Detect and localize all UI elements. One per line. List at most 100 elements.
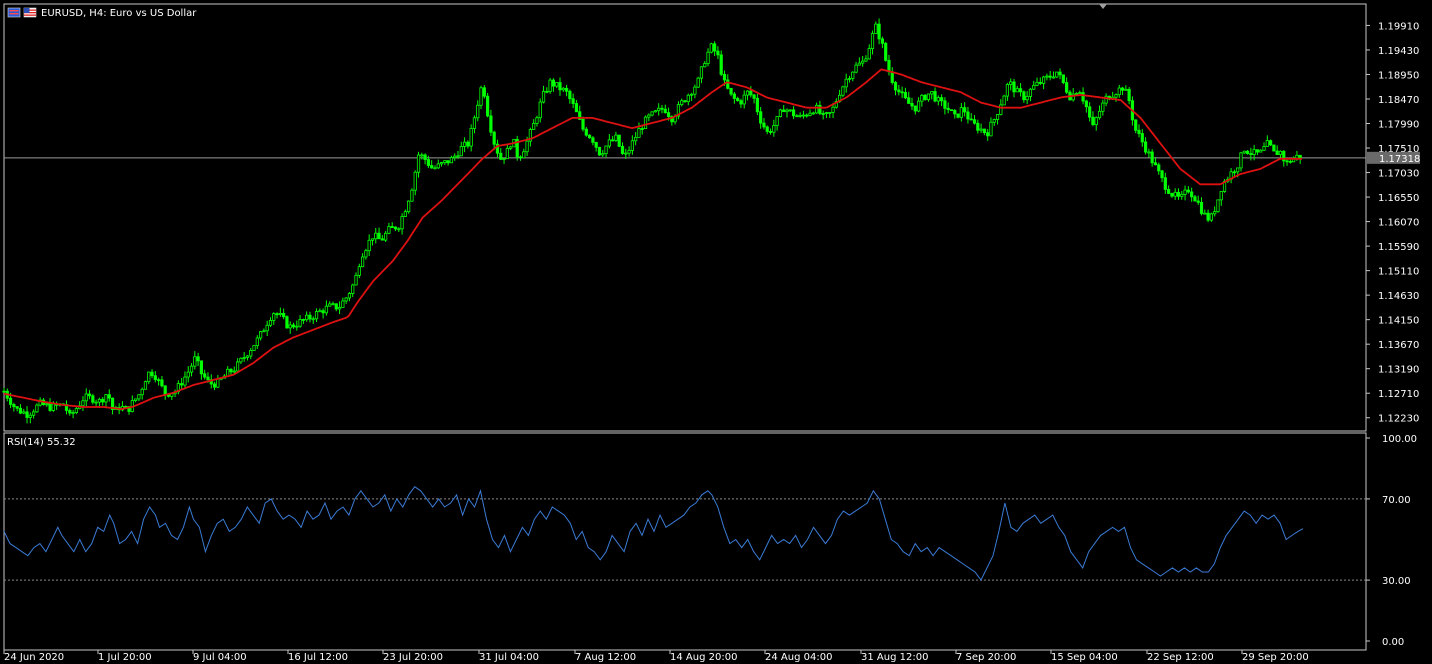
candle-body-60 [199, 360, 203, 375]
candle-body-304 [1002, 95, 1006, 106]
candle-body-71 [235, 361, 240, 372]
candle-body-135 [446, 160, 450, 164]
price-axis: 1.199101.194301.189501.184701.179901.175… [1366, 21, 1420, 425]
candle-body-29 [97, 398, 102, 403]
candle-body-352 [1160, 170, 1164, 179]
candle-body-199 [657, 107, 661, 112]
price-tick-label-16: 1.12230 [1378, 414, 1419, 425]
symbol-title: EURUSD, H4: Euro vs US Dollar [41, 8, 197, 19]
candle-body-252 [831, 106, 835, 113]
candle-body-237 [782, 109, 786, 113]
candle-body-390 [1285, 160, 1289, 163]
time-tick-label-4: 23 Jul 20:00 [383, 652, 443, 663]
price-tick-label-9: 1.15590 [1378, 242, 1419, 253]
candle-body-91 [301, 319, 305, 321]
candle-body-89 [295, 325, 299, 328]
candle-body-40 [133, 398, 138, 401]
candle-body-173 [571, 98, 575, 104]
candle-body-44 [147, 371, 151, 383]
candle-body-385 [1268, 140, 1273, 146]
candle-body-338 [1114, 94, 1118, 98]
rsi-tick-label-2: 30.00 [1382, 576, 1411, 587]
time-tick-label-6: 7 Aug 12:00 [575, 652, 636, 663]
candle-body-379 [1249, 153, 1253, 156]
candle-body-142 [469, 128, 473, 147]
candle-body-320 [1055, 71, 1059, 78]
candle-body-219 [722, 73, 727, 81]
candle-body-322 [1061, 74, 1065, 83]
time-tick-label-7: 14 Aug 20:00 [670, 652, 737, 663]
candle-body-339 [1117, 87, 1121, 96]
candle-body-130 [430, 165, 434, 169]
candle-body-172 [568, 90, 572, 100]
candle-body-333 [1097, 110, 1102, 119]
candle-body-169 [558, 82, 562, 91]
price-tick-label-2: 1.18950 [1378, 70, 1419, 81]
candle-body-2 [8, 397, 13, 405]
us-flag-icon [23, 7, 37, 18]
candle-body-108 [357, 266, 361, 276]
time-tick-label-12: 22 Sep 12:00 [1147, 652, 1214, 663]
candle-body-299 [986, 132, 990, 137]
candle-body-288 [949, 109, 954, 112]
candle-body-76 [252, 345, 256, 351]
main-pane-frame[interactable] [3, 3, 1367, 432]
candle-body-83 [275, 313, 279, 316]
candle-body-75 [249, 350, 253, 357]
candle-body-358 [1180, 193, 1184, 197]
candle-body-309 [1018, 88, 1023, 93]
candle-body-48 [160, 379, 164, 387]
candle-body-265 [874, 23, 878, 34]
candle-body-116 [384, 232, 388, 241]
candle-body-99 [328, 303, 332, 307]
candle-body-313 [1032, 84, 1036, 90]
candle-body-121 [400, 216, 404, 230]
candle-body-42 [140, 388, 144, 396]
candle-body-387 [1275, 150, 1279, 155]
candle-body-32 [107, 394, 111, 399]
candle-body-341 [1124, 88, 1128, 91]
time-tick-label-13: 29 Sep 20:00 [1242, 652, 1309, 663]
candle-body-57 [189, 365, 194, 373]
candle-body-245 [808, 112, 812, 116]
candle-body-364 [1199, 201, 1204, 214]
time-tick-label-9: 31 Aug 12:00 [861, 652, 928, 663]
candle-body-276 [910, 103, 914, 107]
candle-body-77 [255, 337, 259, 346]
candle-body-360 [1186, 189, 1190, 193]
candle-body-20 [68, 410, 72, 414]
candle-body-310 [1022, 91, 1026, 101]
time-tick-label-3: 16 Jul 12:00 [288, 652, 348, 663]
candle-body-312 [1028, 88, 1033, 97]
trading-chart-canvas: 1.199101.194301.189501.184701.179901.175… [2, 3, 1420, 663]
candle-body-267 [880, 38, 884, 44]
candle-body-233 [768, 131, 773, 133]
candle-body-152 [502, 158, 506, 161]
candle-body-171 [564, 87, 569, 92]
candle-body-228 [752, 94, 756, 99]
candle-body-217 [716, 50, 720, 56]
candle-body-87 [288, 324, 292, 329]
candle-body-208 [686, 94, 690, 103]
candle-body-110 [364, 250, 368, 258]
candle-body-226 [745, 90, 750, 96]
candle-body-193 [637, 128, 641, 138]
candle-body-297 [979, 128, 983, 131]
candle-body-323 [1065, 82, 1069, 93]
candle-body-166 [548, 79, 552, 92]
candle-body-248 [818, 104, 822, 114]
candle-body-176 [581, 118, 585, 130]
price-tick-label-3: 1.18470 [1378, 95, 1419, 106]
candle-body-7 [25, 411, 29, 418]
candle-body-353 [1163, 177, 1167, 190]
price-tick-label-12: 1.14150 [1378, 316, 1419, 327]
candle-body-283 [933, 91, 937, 102]
candle-body-167 [551, 79, 556, 87]
candle-body-258 [851, 71, 855, 79]
candle-body-4 [15, 406, 19, 409]
candle-body-105 [347, 293, 352, 299]
candle-body-107 [354, 274, 358, 286]
candle-body-251 [828, 112, 832, 114]
candle-body-137 [453, 155, 457, 158]
rsi-pane-frame[interactable] [3, 432, 1367, 651]
